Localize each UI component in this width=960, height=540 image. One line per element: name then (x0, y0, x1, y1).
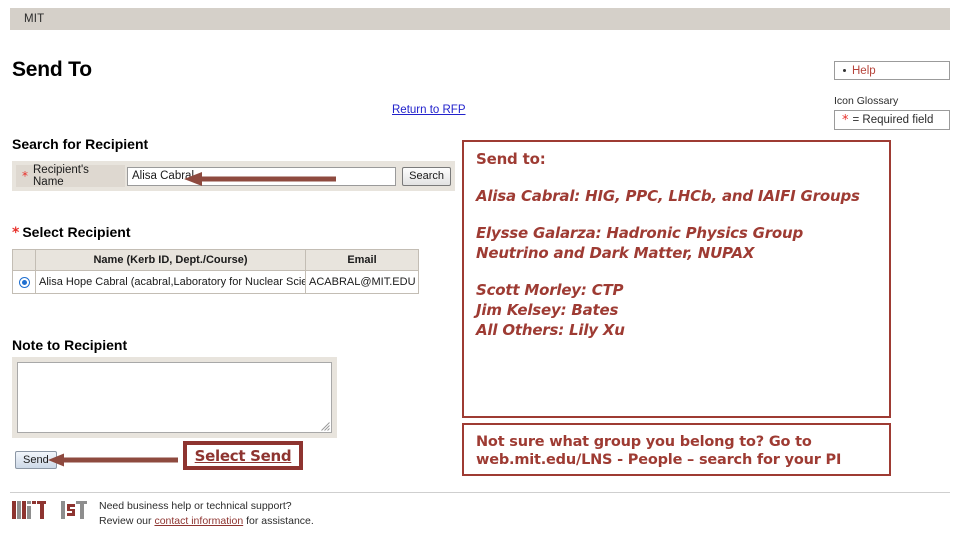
note-panel (12, 357, 337, 438)
top-bar: MIT (10, 8, 950, 30)
note-to-recipient-heading: Note to Recipient (12, 337, 128, 353)
page-title: Send To (12, 58, 92, 81)
group-lookup-annotation-box: Not sure what group you belong to? Go to… (462, 423, 891, 476)
recipient-radio-cell[interactable] (12, 270, 36, 294)
footer: Need business help or technical support?… (12, 499, 314, 529)
table-header-row: Name (Kerb ID, Dept./Course) Email (12, 249, 419, 271)
required-field-text: = Required field (852, 114, 934, 126)
required-field-asterisk-icon: * (842, 112, 849, 128)
footer-line-2-suffix: for assistance. (243, 515, 314, 528)
send-to-annotation-line-1: Alisa Cabral: HIG, PPC, LHCb, and IAIFI … (476, 187, 860, 205)
required-asterisk-icon: * (12, 225, 20, 241)
send-to-annotation-line-4: Scott Morley: CTP (476, 281, 624, 299)
send-to-annotation-line-5: Jim Kelsey: Bates (476, 301, 619, 319)
annotation-arrow-to-name-field (184, 172, 336, 186)
send-to-annotation-heading: Send to: (476, 150, 546, 168)
required-asterisk-icon: * (22, 169, 28, 183)
select-recipient-heading-label: Select Recipient (22, 224, 131, 240)
footer-line-1: Need business help or technical support? (99, 500, 292, 512)
radio-button-icon[interactable] (18, 276, 30, 288)
footer-line-2: Review our contact information for assis… (99, 514, 314, 529)
icon-glossary-box: * = Required field (834, 110, 950, 130)
help-link[interactable]: Help (852, 65, 876, 77)
recipients-name-label-cell: * Recipient's Name (16, 164, 125, 188)
table-row[interactable]: Alisa Hope Cabral (acabral,Laboratory fo… (12, 270, 419, 294)
return-to-rfp-link[interactable]: Return to RFP (392, 104, 466, 116)
ist-logo-icon (61, 501, 87, 519)
column-header-name: Name (Kerb ID, Dept./Course) (35, 249, 306, 271)
recipients-name-label: Recipient's Name (33, 164, 89, 188)
column-header-email: Email (305, 249, 419, 271)
help-box: Help (834, 61, 950, 80)
send-to-annotation-box: Send to: Alisa Cabral: HIG, PPC, LHCb, a… (462, 140, 891, 418)
select-send-annotation-label: Select Send (194, 446, 292, 465)
bullet-icon (843, 69, 846, 72)
send-to-annotation-line-6: All Others: Lily Xu (476, 321, 625, 339)
note-to-recipient-textarea[interactable] (17, 362, 332, 433)
icon-glossary-label: Icon Glossary (834, 95, 899, 107)
send-to-annotation-line-3: Neutrino and Dark Matter, NUPAX (476, 244, 755, 262)
search-button[interactable]: Search (402, 166, 451, 186)
select-send-annotation-box: Select Send (183, 441, 303, 470)
column-header-select (12, 249, 36, 271)
search-for-recipient-heading: Search for Recipient (12, 136, 149, 152)
group-lookup-line-2: web.mit.edu/LNS - People – search for yo… (476, 452, 842, 469)
footer-line-2-prefix: Review our (99, 515, 155, 528)
footer-text: Need business help or technical support?… (99, 499, 314, 529)
footer-logos (12, 501, 87, 519)
footer-divider (10, 492, 950, 493)
recipient-name-cell: Alisa Hope Cabral (acabral,Laboratory fo… (35, 270, 306, 294)
annotation-arrow-to-send-button (48, 453, 178, 467)
mit-brand-label: MIT (24, 13, 45, 25)
send-to-annotation-line-2: Elysse Galarza: Hadronic Physics Group (476, 224, 804, 242)
mit-logo-icon (12, 501, 46, 519)
select-recipient-heading: * Select Recipient (12, 224, 130, 240)
recipient-email-cell: ACABRAL@MIT.EDU (305, 270, 419, 294)
contact-information-link[interactable]: contact information (154, 515, 243, 527)
group-lookup-line-1: Not sure what group you belong to? Go to (476, 434, 812, 450)
recipient-results-table: Name (Kerb ID, Dept./Course) Email Alisa… (12, 249, 419, 294)
